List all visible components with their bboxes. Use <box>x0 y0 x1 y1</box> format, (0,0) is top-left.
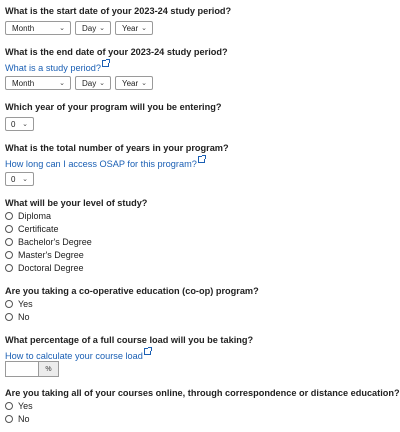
online-question: Are you taking all of your courses onlin… <box>5 388 400 398</box>
external-link-icon <box>143 347 152 355</box>
radio-icon[interactable] <box>5 251 13 259</box>
osap-access-help-text: How long can I access OSAP for this prog… <box>5 159 197 169</box>
level-option-doctoral[interactable]: Doctoral Degree <box>5 263 84 273</box>
level-option-label: Doctoral Degree <box>18 263 84 273</box>
radio-icon[interactable] <box>5 300 13 308</box>
start-month-select[interactable]: Month ⌄ <box>5 21 71 35</box>
study-period-help-text: What is a study period? <box>5 63 102 73</box>
radio-icon[interactable] <box>5 415 13 423</box>
end-year-value: Year <box>122 78 139 88</box>
program-year-question: Which year of your program will you be e… <box>5 102 222 112</box>
coop-question: Are you taking a co-operative education … <box>5 286 259 296</box>
course-load-help-text: How to calculate your course load <box>5 351 143 361</box>
end-month-value: Month <box>12 78 35 88</box>
online-option-no[interactable]: No <box>5 414 30 424</box>
level-option-diploma[interactable]: Diploma <box>5 211 51 221</box>
end-year-select[interactable]: Year ⌄ <box>115 76 153 90</box>
end-day-value: Day <box>82 78 97 88</box>
chevron-down-icon: ⌄ <box>22 176 28 183</box>
percent-unit: % <box>45 365 52 373</box>
chevron-down-icon: ⌄ <box>99 25 105 32</box>
percent-addon: % <box>39 361 59 377</box>
level-option-label: Diploma <box>18 211 52 221</box>
level-option-bachelors[interactable]: Bachelor's Degree <box>5 237 92 247</box>
course-load-question: What percentage of a full course load wi… <box>5 335 254 345</box>
level-option-label: Certificate <box>18 224 59 234</box>
end-month-select[interactable]: Month ⌄ <box>5 76 71 90</box>
start-year-select[interactable]: Year ⌄ <box>115 21 153 35</box>
osap-access-help-link[interactable]: How long can I access OSAP for this prog… <box>5 155 206 169</box>
start-day-value: Day <box>82 23 97 33</box>
level-option-label: Bachelor's Degree <box>18 237 92 247</box>
total-years-value: 0 <box>11 174 16 184</box>
level-option-certificate[interactable]: Certificate <box>5 224 59 234</box>
radio-icon[interactable] <box>5 238 13 246</box>
coop-option-no[interactable]: No <box>5 312 30 322</box>
level-option-label: Master's Degree <box>18 250 84 260</box>
online-option-label: No <box>18 414 30 424</box>
chevron-down-icon: ⌄ <box>141 80 147 87</box>
radio-icon[interactable] <box>5 225 13 233</box>
radio-icon[interactable] <box>5 402 13 410</box>
coop-option-yes[interactable]: Yes <box>5 299 33 309</box>
chevron-down-icon: ⌄ <box>22 121 28 128</box>
start-date-question: What is the start date of your 2023-24 s… <box>5 6 232 16</box>
coop-option-label: No <box>18 312 30 322</box>
external-link-icon <box>197 155 206 163</box>
level-of-study-question: What will be your level of study? <box>5 198 148 208</box>
study-period-help-link[interactable]: What is a study period? <box>5 59 111 73</box>
osap-study-form: What is the start date of your 2023-24 s… <box>0 0 400 432</box>
total-years-question: What is the total number of years in you… <box>5 143 229 153</box>
course-load-input[interactable] <box>5 361 39 377</box>
chevron-down-icon: ⌄ <box>59 25 65 32</box>
radio-icon[interactable] <box>5 212 13 220</box>
start-day-select[interactable]: Day ⌄ <box>75 21 111 35</box>
level-option-masters[interactable]: Master's Degree <box>5 250 84 260</box>
program-year-select[interactable]: 0 ⌄ <box>5 117 34 131</box>
radio-icon[interactable] <box>5 264 13 272</box>
chevron-down-icon: ⌄ <box>141 25 147 32</box>
chevron-down-icon: ⌄ <box>59 80 65 87</box>
start-year-value: Year <box>122 23 139 33</box>
start-month-value: Month <box>12 23 35 33</box>
external-link-icon <box>102 59 111 67</box>
program-year-value: 0 <box>11 119 16 129</box>
coop-option-label: Yes <box>18 299 33 309</box>
chevron-down-icon: ⌄ <box>99 80 105 87</box>
end-day-select[interactable]: Day ⌄ <box>75 76 111 90</box>
course-load-help-link[interactable]: How to calculate your course load <box>5 347 152 361</box>
end-date-question: What is the end date of your 2023-24 stu… <box>5 47 228 57</box>
online-option-label: Yes <box>18 401 33 411</box>
total-years-select[interactable]: 0 ⌄ <box>5 172 34 186</box>
radio-icon[interactable] <box>5 313 13 321</box>
online-option-yes[interactable]: Yes <box>5 401 33 411</box>
